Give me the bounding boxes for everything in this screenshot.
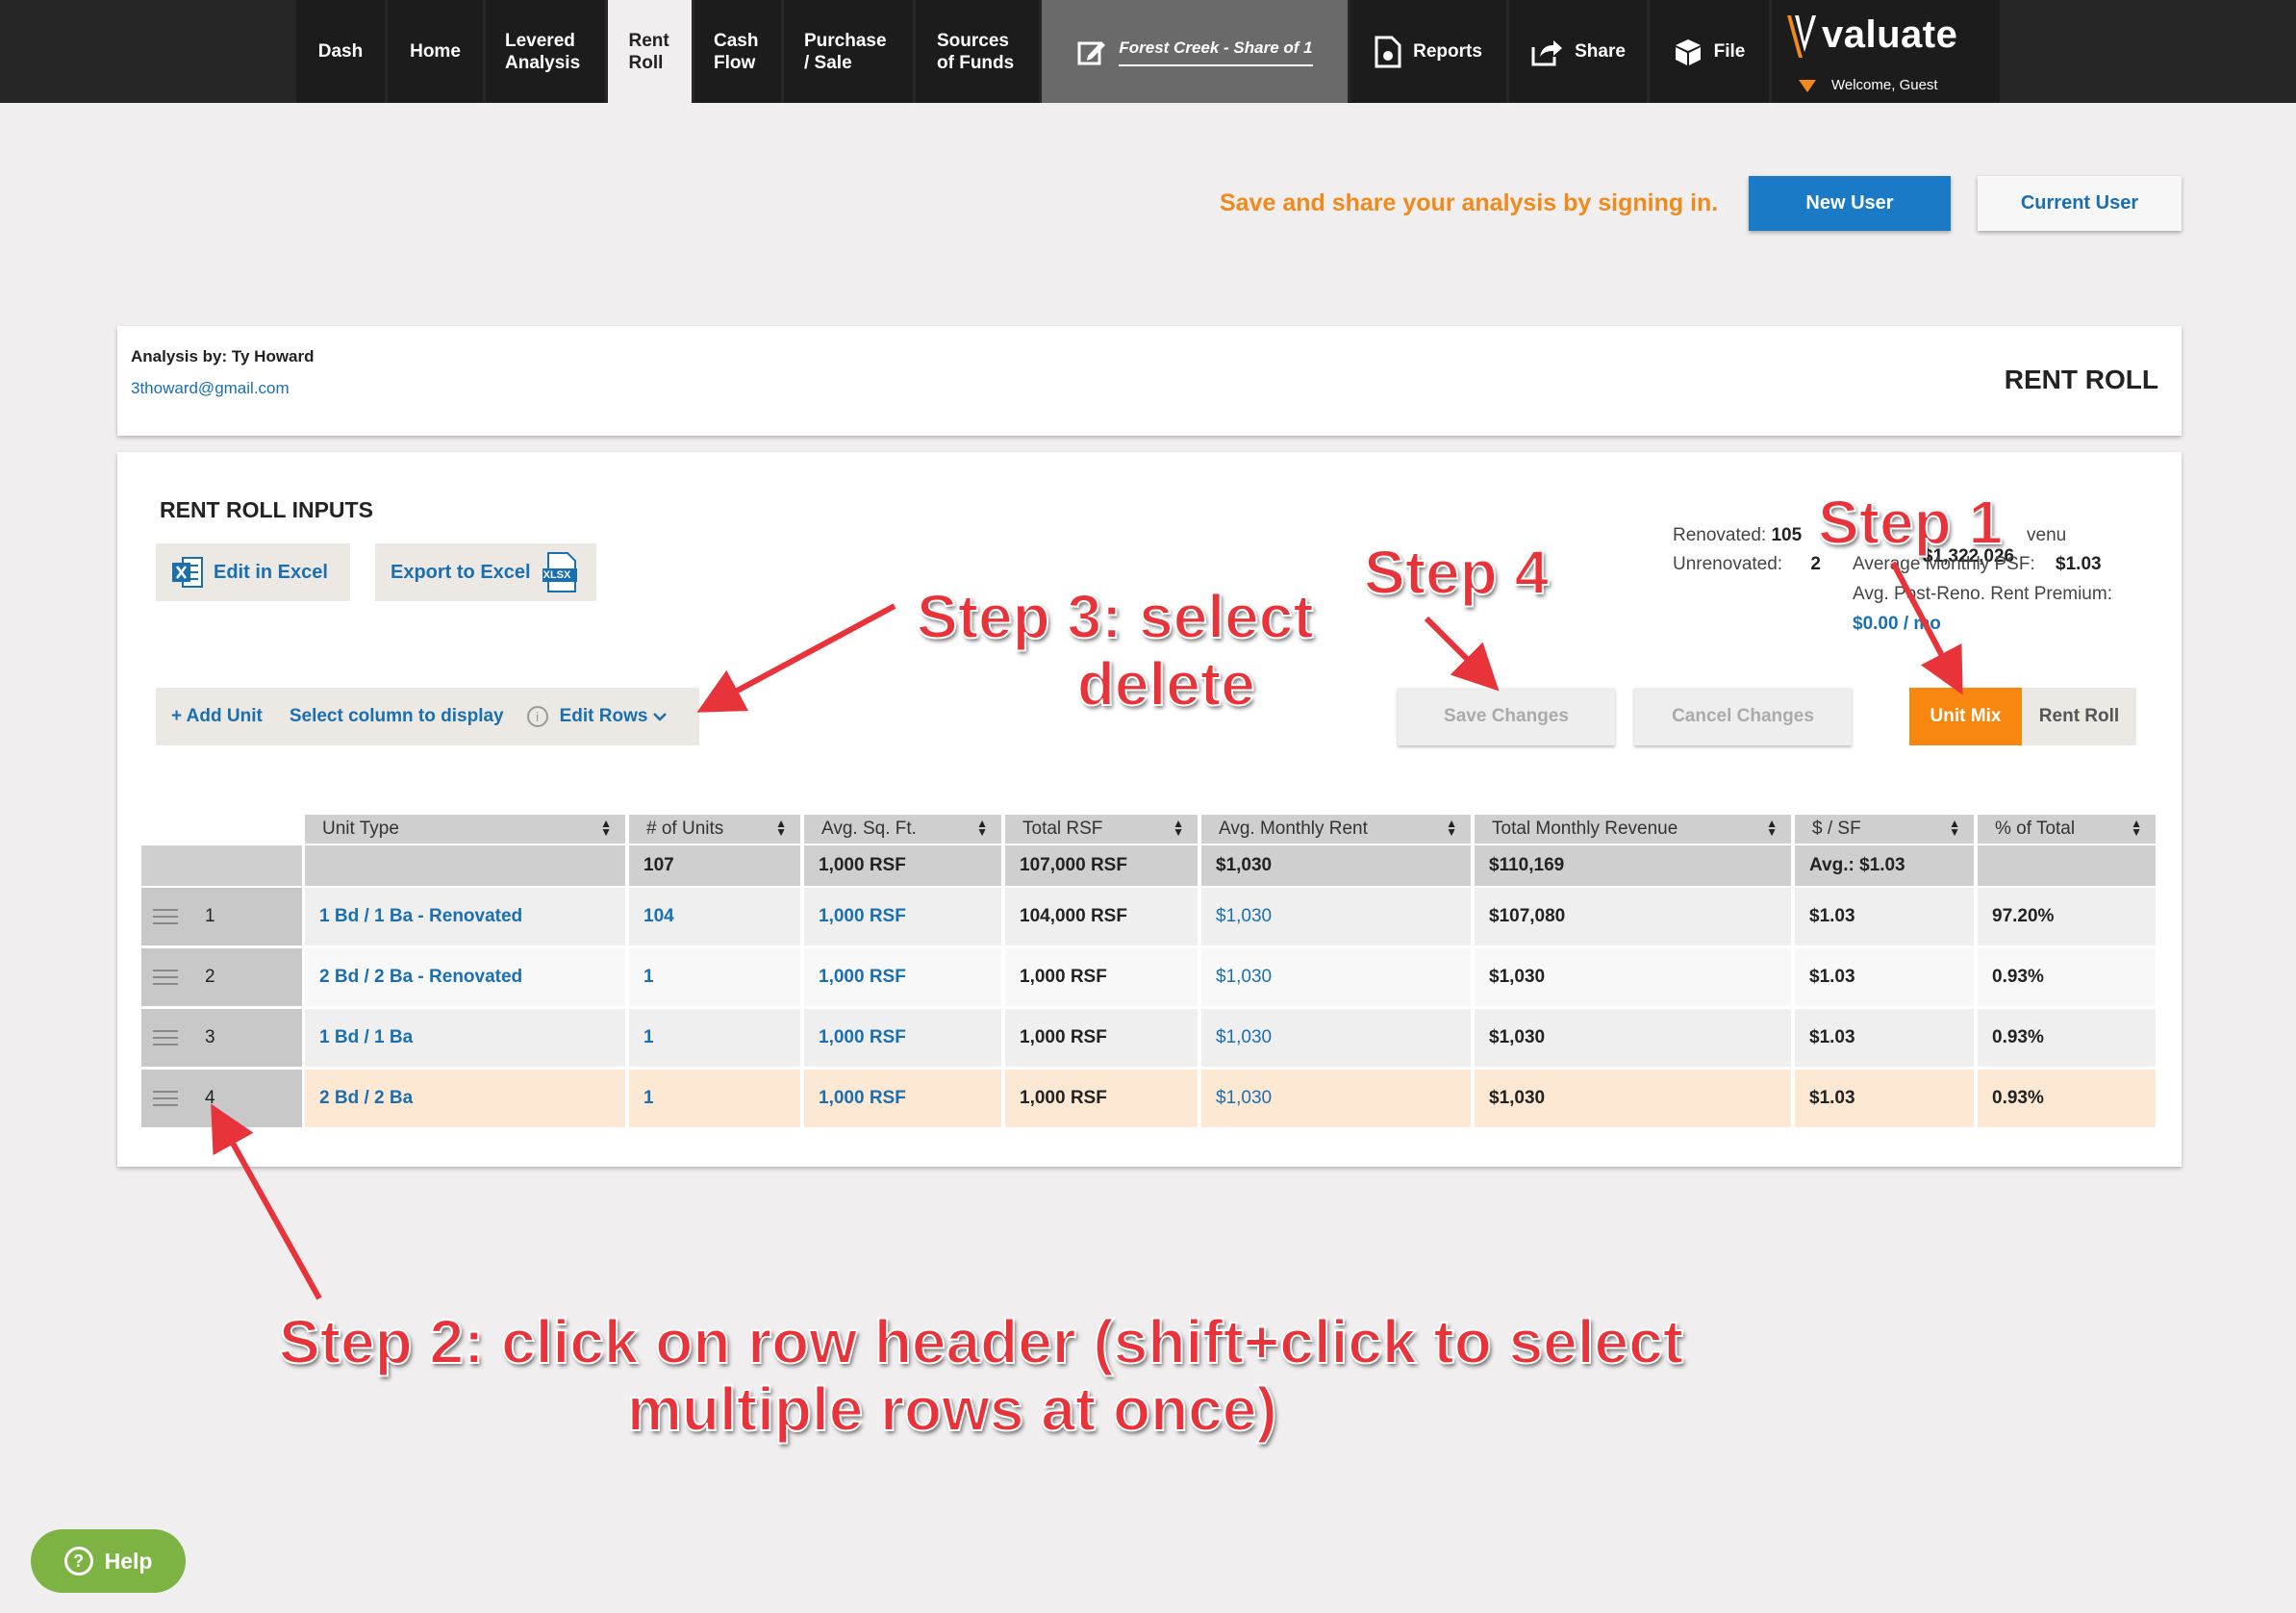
annotation-step2: Step 2: click on row header (shift+click… xyxy=(278,1307,1684,1444)
annotation-line: delete xyxy=(1076,649,1256,718)
help-label: Help xyxy=(104,1548,153,1574)
annotation-step4: Step 4 xyxy=(1363,538,1550,607)
annotation-line: Step 2: click on row header (shift+click… xyxy=(278,1307,1684,1376)
annotation-line: multiple rows at once) xyxy=(626,1374,1278,1444)
annotation-step3: Step 3: select delete xyxy=(916,582,1315,718)
step4-arrow xyxy=(1424,616,1500,692)
step2-arrow xyxy=(211,1103,322,1300)
step1-arrow xyxy=(1890,561,1963,695)
annotation-step1: Step 1 xyxy=(1817,488,2004,557)
question-icon: ? xyxy=(63,1547,93,1575)
step3-arrow xyxy=(696,603,896,713)
annotation-line: Step 3: select xyxy=(916,582,1315,651)
help-button[interactable]: ? Help xyxy=(31,1529,186,1593)
